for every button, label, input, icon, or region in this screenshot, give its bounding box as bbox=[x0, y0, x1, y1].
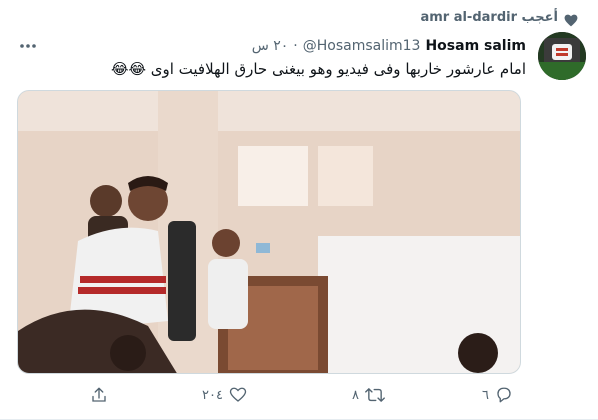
reply-icon bbox=[495, 386, 513, 404]
display-name[interactable]: Hosam salim bbox=[425, 38, 526, 54]
avatar[interactable] bbox=[538, 32, 586, 80]
heart-outline-icon bbox=[229, 386, 247, 404]
retweet-icon bbox=[365, 386, 385, 404]
reply-button[interactable]: ٦ bbox=[482, 386, 513, 404]
social-context-text[interactable]: amr al-dardir أعجب bbox=[420, 10, 558, 25]
tweet[interactable]: amr al-dardir أعجب Hosam salim @Hosamsal… bbox=[0, 0, 598, 420]
handle[interactable]: @Hosamsalim13 bbox=[303, 38, 421, 54]
reply-count: ٦ bbox=[482, 387, 489, 403]
separator: · bbox=[293, 38, 298, 54]
heart-icon bbox=[564, 12, 578, 27]
timestamp[interactable]: ٢٠ س bbox=[252, 38, 289, 54]
like-count: ٢٠٤ bbox=[202, 387, 223, 403]
share-icon bbox=[90, 386, 108, 404]
social-context: amr al-dardir أعجب bbox=[420, 10, 558, 25]
tweet-actions: ٢٠٤ ٨ ٦ bbox=[90, 386, 530, 408]
more-options-icon[interactable] bbox=[18, 38, 38, 52]
media-video-thumbnail[interactable] bbox=[17, 90, 521, 374]
retweet-button[interactable]: ٨ bbox=[352, 386, 385, 404]
like-button[interactable]: ٢٠٤ bbox=[202, 386, 247, 404]
share-button[interactable] bbox=[90, 386, 108, 404]
tweet-header: Hosam salim @Hosamsalim13 · ٢٠ س bbox=[60, 36, 526, 56]
retweet-count: ٨ bbox=[352, 387, 359, 403]
video-frame-image bbox=[18, 91, 520, 373]
tweet-text: امام عارشور خاربها وفى فيديو وهو بيغنى ح… bbox=[110, 60, 526, 78]
